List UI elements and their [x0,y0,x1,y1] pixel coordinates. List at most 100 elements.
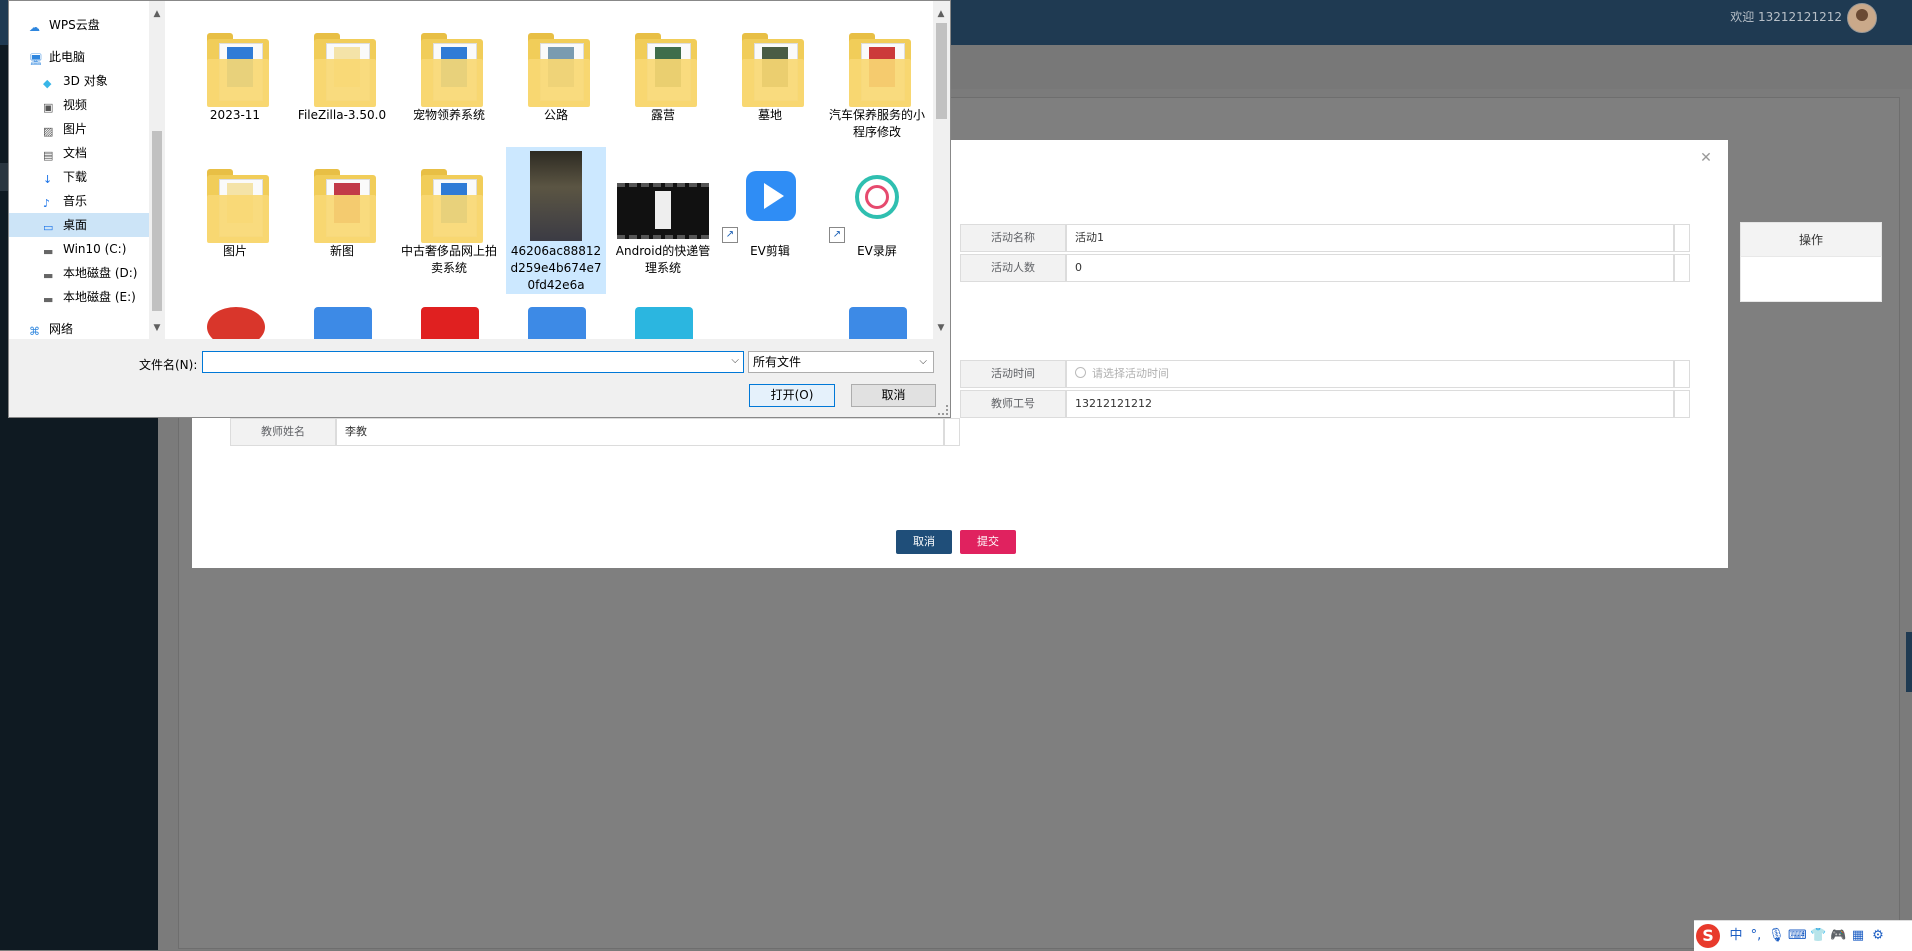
image-thumbnail [506,147,606,243]
tree-item[interactable]: ⌘ 网络 [9,317,149,341]
tree-scrollbar[interactable]: ▲ ▼ [149,1,165,339]
teacher-id-input[interactable]: 13212121212 [1066,390,1674,418]
sogou-logo-icon[interactable]: S [1696,924,1720,948]
chevron-down-icon[interactable]: ⌵ [731,355,739,366]
tree-item-label: 3D 对象 [63,74,108,88]
file-item[interactable]: 墓地 [720,11,820,124]
file-name: 新图 [329,244,354,258]
activity-count-input[interactable]: 0 [1066,254,1674,282]
input-suffix [1674,390,1690,418]
tree-item[interactable]: ▬ Win10 (C:) [9,237,149,261]
game-icon[interactable]: 🎮 [1830,927,1846,945]
chrome-icon[interactable] [207,307,265,339]
file-item[interactable]: 2023-11 [185,11,285,124]
table-row [1740,256,1882,302]
file-icon[interactable] [849,307,907,339]
grid-icon[interactable]: ▦ [1850,927,1866,945]
file-name: 公路 [543,108,568,122]
tree-item-label: 此电脑 [49,50,86,64]
app-icon[interactable] [421,307,479,339]
folder-icon [827,11,927,107]
grid-scroll-thumb[interactable] [936,23,947,119]
video-icon: ▣ [43,101,54,114]
tree-item[interactable]: 🖥 此电脑 [9,45,149,69]
tree-item[interactable]: ▤ 文档 [9,141,149,165]
folder-icon [399,147,499,243]
tree-item-label: 本地磁盘 (E:) [63,290,136,304]
ime-punctuation[interactable]: °, [1748,927,1764,945]
file-item[interactable]: 露营 [613,11,713,124]
tree-item[interactable]: ↓ 下载 [9,165,149,189]
file-item[interactable]: ↗ EV剪辑 [720,147,820,260]
chevron-up-icon[interactable]: ▲ [149,9,165,19]
chevron-down-icon[interactable]: ▼ [933,323,949,333]
teacher-name-input[interactable]: 李教 [336,418,944,446]
activity-name-input[interactable]: 活动1 [1066,224,1674,252]
tree-item-label: 桌面 [63,218,88,232]
file-item[interactable]: Android的快递管理系统 [613,147,713,277]
file-item[interactable]: 图片 [185,147,285,260]
file-icon[interactable] [314,307,372,339]
ime-mode-chinese[interactable]: 中 [1728,927,1744,945]
file-name: 宠物领养系统 [412,108,485,122]
navigation-tree: ☁ WPS云盘 🖥 此电脑 ◆ 3D 对象 ▣ 视频 ▨ 图片 ▤ 文档 ↓ 下载 ♪ 音乐 ▭ 桌面 ▬ Win10… [9,1,149,339]
file-item[interactable]: 46206ac88812d259e4b674e70fd42e6a [506,147,606,294]
keyboard-icon[interactable]: ⌨ [1788,927,1807,945]
file-type-select[interactable]: 所有文件 ⌵ [748,351,934,373]
file-item[interactable]: 汽车保养服务的小程序修改 [827,11,927,141]
tree-item[interactable]: ▬ 本地磁盘 (D:) [9,261,149,285]
input-suffix [1674,224,1690,252]
tree-item[interactable]: ♪ 音乐 [9,189,149,213]
tree-item[interactable]: ▣ 视频 [9,93,149,117]
settings-icon[interactable]: ⚙ [1870,927,1886,945]
file-icon[interactable] [528,307,586,339]
submit-button[interactable]: 提交 [960,530,1016,554]
form-row-teacher-name: 教师姓名 李教 [230,418,960,446]
picture-icon: ▨ [43,125,54,138]
tree-item[interactable]: ▨ 图片 [9,117,149,141]
file-name-input[interactable]: ⌵ [202,351,744,373]
tree-scroll-thumb[interactable] [152,131,162,311]
shortcut-arrow-icon: ↗ [829,227,845,243]
file-item[interactable]: 公路 [506,11,606,124]
dialog-cancel-button[interactable]: 取消 [851,384,936,407]
file-name: FileZilla-3.50.0 [297,108,387,122]
mic-icon[interactable]: 🎙 [1768,927,1785,945]
cloud-icon: ☁ [29,21,40,34]
tree-item[interactable]: ▬ 本地磁盘 (E:) [9,285,149,309]
file-name: 图片 [222,244,247,258]
tree-item[interactable]: ▭ 桌面 [9,213,149,237]
folder-icon [399,11,499,107]
file-grid-scrollbar[interactable]: ▲ ▼ [933,1,950,339]
file-item[interactable]: FileZilla-3.50.0 [292,11,392,124]
computer-icon: 🖥 [29,53,43,66]
side-drawer-handle[interactable] [1906,632,1912,692]
file-name: 46206ac88812d259e4b674e70fd42e6a [510,244,602,292]
file-type-value: 所有文件 [753,355,802,369]
table-header-action: 操作 [1740,222,1882,258]
tree-item-label: 图片 [63,122,88,136]
folder-icon [185,147,285,243]
folder-icon [292,11,392,107]
tree-item[interactable]: ☁ WPS云盘 [9,13,149,37]
shortcut-arrow-icon: ↗ [722,227,738,243]
file-item[interactable]: ↗ EV录屏 [827,147,927,260]
drive-icon: ▬ [43,293,54,306]
folder-icon [292,147,392,243]
tree-item[interactable]: ◆ 3D 对象 [9,69,149,93]
chevron-down-icon[interactable]: ▼ [149,323,165,333]
user-avatar[interactable] [1847,3,1877,33]
activity-time-picker[interactable]: 请选择活动时间 [1066,360,1674,388]
file-item[interactable]: 中古奢侈品网上拍卖系统 [399,147,499,277]
close-icon[interactable]: ✕ [1698,150,1714,166]
chevron-up-icon[interactable]: ▲ [933,9,949,19]
open-button[interactable]: 打开(O) [749,384,835,407]
resize-grip-icon[interactable] [938,405,948,415]
app-icon[interactable] [635,307,693,339]
file-item[interactable]: 宠物领养系统 [399,11,499,124]
tree-item-label: 本地磁盘 (D:) [63,266,138,280]
cancel-button[interactable]: 取消 [896,530,952,554]
shirt-icon[interactable]: 👕 [1810,927,1826,945]
file-item[interactable]: 新图 [292,147,392,260]
file-name: Android的快递管理系统 [615,244,711,275]
